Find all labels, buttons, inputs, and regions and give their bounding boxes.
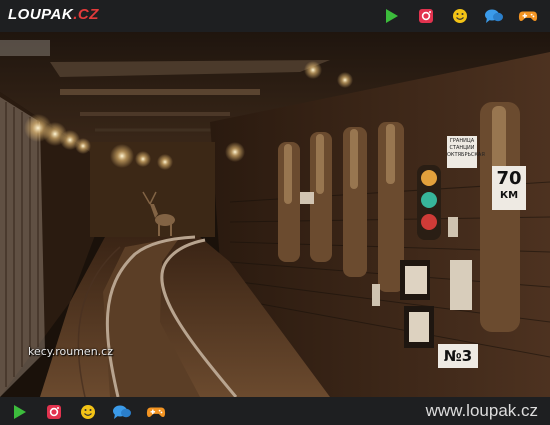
traffic-light bbox=[417, 165, 441, 240]
play-icon[interactable] bbox=[10, 402, 30, 422]
photo-watermark: kecy.roumen.cz bbox=[28, 345, 113, 358]
logo-text: LOUPAK bbox=[8, 6, 74, 23]
chat-bubbles-icon[interactable] bbox=[484, 6, 504, 26]
play-icon[interactable] bbox=[382, 6, 402, 26]
tunnel-illustration bbox=[0, 32, 550, 397]
speed-limit-value: 70 bbox=[496, 168, 522, 189]
site-url-link[interactable]: www.loupak.cz bbox=[426, 401, 538, 421]
gamepad-icon[interactable] bbox=[518, 6, 538, 26]
subway-tunnel-photo: ГРАНИЦА СТАНЦИИ ОКТЯБРЬСКАЯ 70 КМ №3 kec… bbox=[0, 32, 550, 397]
speed-limit-unit: КМ bbox=[499, 190, 519, 201]
gamepad-icon[interactable] bbox=[146, 402, 166, 422]
bottom-icon-row bbox=[10, 402, 166, 422]
logo-tld: CZ bbox=[77, 6, 99, 23]
speed-limit-sign: 70 КМ bbox=[492, 166, 526, 210]
instagram-icon[interactable] bbox=[416, 6, 436, 26]
track-number-sign: №3 bbox=[438, 344, 478, 368]
station-border-sign: ГРАНИЦА СТАНЦИИ ОКТЯБРЬСКАЯ bbox=[447, 136, 485, 168]
chat-bubbles-icon[interactable] bbox=[112, 402, 132, 422]
top-icon-row bbox=[382, 6, 538, 26]
top-bar: LOUPAK.CZ bbox=[0, 0, 550, 32]
site-logo[interactable]: LOUPAK.CZ bbox=[8, 6, 99, 23]
bottom-bar: www.loupak.cz bbox=[0, 397, 550, 425]
smiley-icon[interactable] bbox=[450, 6, 470, 26]
smiley-icon[interactable] bbox=[78, 402, 98, 422]
instagram-icon[interactable] bbox=[44, 402, 64, 422]
